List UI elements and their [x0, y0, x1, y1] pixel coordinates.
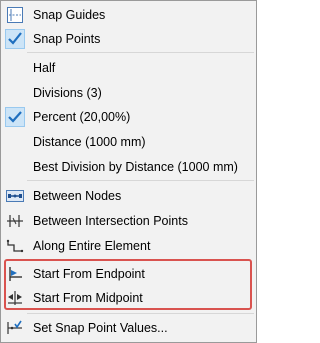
snap-guides-icon: [6, 6, 24, 24]
highlight-annotation-box: [4, 259, 252, 310]
menu-item-label: Set Snap Point Values...: [33, 321, 168, 335]
menu-item-snap-guides[interactable]: Snap Guides: [2, 3, 255, 27]
menu-item-percent[interactable]: Percent (20,00%): [2, 105, 255, 129]
menu-item-label: Best Division by Distance (1000 mm): [33, 160, 238, 174]
intersection-points-icon: [6, 212, 24, 230]
menu-item-divisions[interactable]: Divisions (3): [2, 81, 255, 105]
menu-item-set-snap-values[interactable]: Set Snap Point Values...: [2, 316, 255, 340]
menu-item-along-element[interactable]: Along Entire Element: [2, 234, 255, 258]
between-nodes-icon: [6, 187, 24, 205]
menu-item-between-nodes[interactable]: Between Nodes: [2, 184, 255, 208]
menu-item-label: Snap Points: [33, 32, 101, 46]
menu-item-label: Snap Guides: [33, 8, 106, 22]
snap-values-icon: [6, 319, 24, 337]
menu-item-best-division[interactable]: Best Division by Distance (1000 mm): [2, 155, 255, 179]
menu-separator: [27, 180, 254, 181]
menu-item-distance[interactable]: Distance (1000 mm): [2, 130, 255, 154]
menu-item-label: Half: [33, 61, 56, 75]
menu-item-label: Percent (20,00%): [33, 110, 131, 124]
menu-item-label: Along Entire Element: [33, 239, 151, 253]
snap-context-menu: Snap Guides Snap Points Half Divisions (…: [0, 0, 257, 343]
menu-item-label: Distance (1000 mm): [33, 135, 146, 149]
along-element-icon: [6, 237, 24, 255]
menu-separator: [27, 52, 254, 53]
menu-item-label: Between Intersection Points: [33, 214, 188, 228]
check-icon: [6, 108, 24, 126]
check-icon: [6, 30, 24, 48]
menu-item-between-intersection[interactable]: Between Intersection Points: [2, 209, 255, 233]
menu-item-snap-points[interactable]: Snap Points: [2, 27, 255, 51]
menu-item-label: Between Nodes: [33, 189, 122, 203]
menu-separator: [27, 313, 254, 314]
menu-item-label: Divisions (3): [33, 86, 102, 100]
menu-item-half[interactable]: Half: [2, 56, 255, 80]
